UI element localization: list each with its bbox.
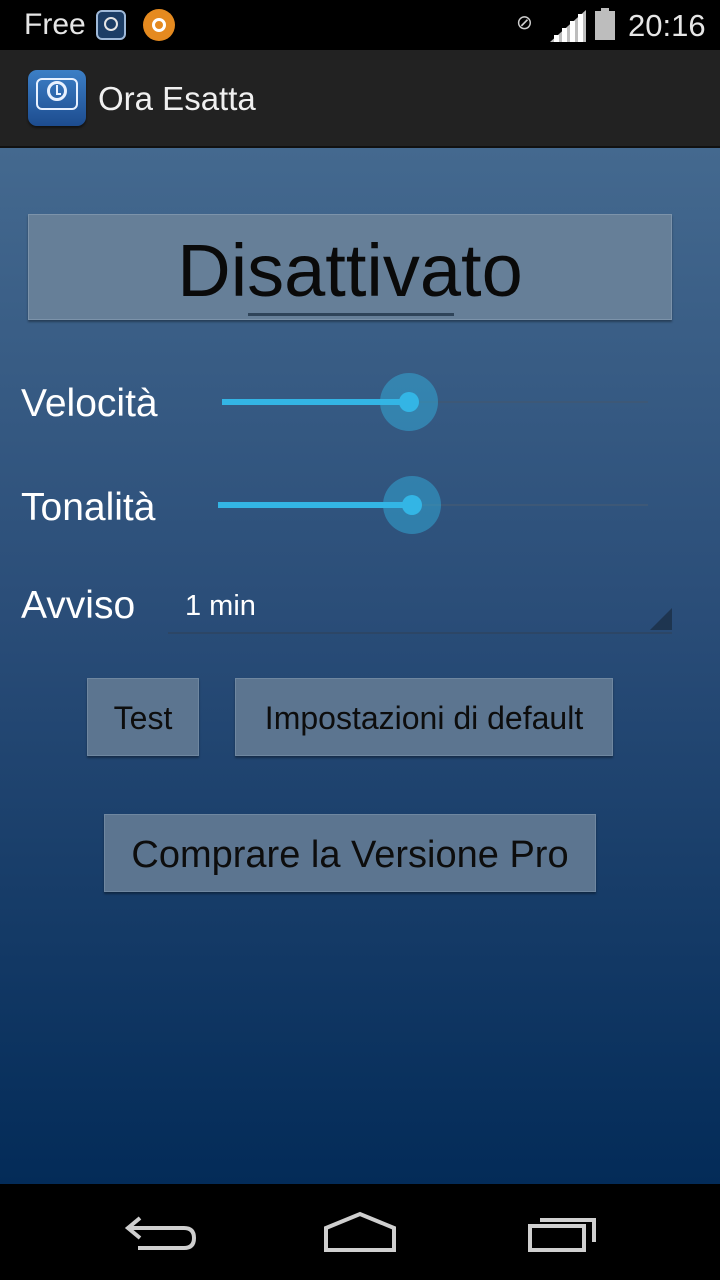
speed-slider[interactable] — [222, 372, 648, 432]
signal-icon — [550, 10, 586, 42]
orange-circle-app-icon — [143, 9, 175, 41]
toggle-indicator — [248, 313, 454, 316]
recent-apps-icon[interactable] — [522, 1210, 602, 1254]
navigation-bar — [0, 1184, 720, 1280]
status-bar: Free ⊘ 20:16 — [0, 0, 720, 50]
activation-toggle-button[interactable]: Disattivato — [28, 214, 672, 320]
test-button[interactable]: Test — [87, 678, 199, 756]
alert-label: Avviso — [21, 584, 136, 627]
alert-interval-spinner[interactable]: 1 min — [168, 580, 672, 634]
clock-speech-bubble-icon[interactable] — [28, 70, 86, 126]
back-icon[interactable] — [122, 1210, 202, 1254]
buy-pro-button[interactable]: Comprare la Versione Pro — [104, 814, 596, 892]
toggle-label: Disattivato — [177, 229, 523, 312]
pitch-slider[interactable] — [218, 475, 648, 535]
pitch-label: Tonalità — [21, 486, 156, 529]
main-content: Disattivato Velocità Tonalità Avviso 1 m… — [0, 148, 720, 1184]
home-icon[interactable] — [320, 1210, 400, 1254]
slider-thumb[interactable] — [401, 495, 422, 515]
alert-interval-value: 1 min — [185, 590, 256, 622]
default-settings-button[interactable]: Impostazioni di default — [235, 678, 613, 756]
mute-icon: ⊘ — [516, 12, 533, 34]
carrier-label: Free — [24, 8, 86, 41]
spinner-arrow-icon — [650, 608, 672, 630]
action-bar: Ora Esatta — [0, 50, 720, 148]
ora-esatta-notification-icon — [96, 10, 126, 40]
app-title: Ora Esatta — [98, 80, 256, 117]
battery-icon — [595, 8, 615, 40]
speed-label: Velocità — [21, 382, 158, 425]
clock-time: 20:16 — [628, 8, 706, 43]
